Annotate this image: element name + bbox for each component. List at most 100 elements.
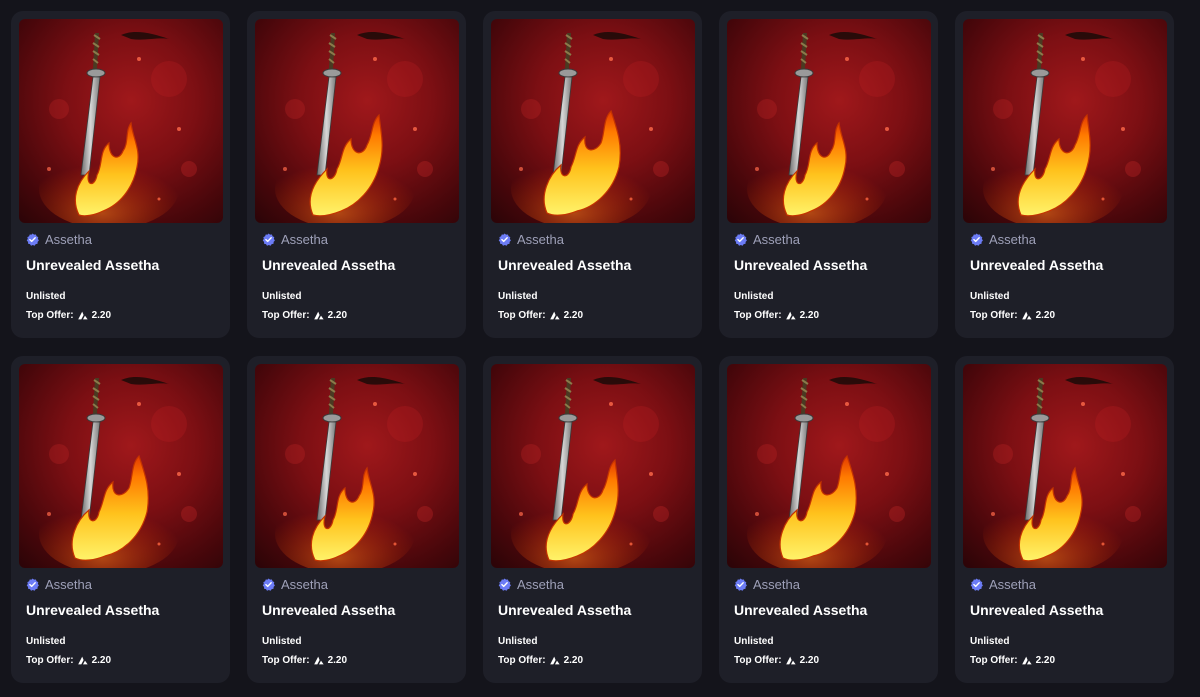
creator-row[interactable]: Assetha	[734, 232, 800, 247]
verified-badge-icon	[26, 233, 39, 246]
listing-status: Unlisted	[498, 291, 538, 302]
listing-status: Unlisted	[498, 636, 538, 647]
nft-artwork-flaming-sword[interactable]	[727, 364, 931, 568]
top-offer-label: Top Offer:	[26, 310, 74, 321]
creator-name: Assetha	[989, 232, 1036, 247]
top-offer-value: 2.20	[563, 310, 584, 321]
creator-row[interactable]: Assetha	[498, 577, 564, 592]
top-offer-label: Top Offer:	[970, 655, 1018, 666]
top-offer-label: Top Offer:	[26, 655, 74, 666]
top-offer: Top Offer: 2.20	[498, 310, 583, 321]
creator-name: Assetha	[281, 232, 328, 247]
top-offer: Top Offer: 2.20	[970, 655, 1055, 666]
nft-card[interactable]: Assetha Unrevealed Assetha Unlisted Top …	[955, 11, 1174, 338]
top-offer: Top Offer: 2.20	[26, 655, 111, 666]
nft-artwork-flaming-sword[interactable]	[727, 19, 931, 223]
nft-card[interactable]: Assetha Unrevealed Assetha Unlisted Top …	[11, 11, 230, 338]
listing-status: Unlisted	[970, 636, 1010, 647]
top-offer-value: 2.20	[327, 310, 348, 321]
top-offer-label: Top Offer:	[734, 655, 782, 666]
nft-artwork-flaming-sword[interactable]	[19, 19, 223, 223]
creator-name: Assetha	[281, 577, 328, 592]
top-offer: Top Offer: 2.20	[734, 310, 819, 321]
avax-icon	[77, 656, 88, 665]
top-offer: Top Offer: 2.20	[734, 655, 819, 666]
nft-card[interactable]: Assetha Unrevealed Assetha Unlisted Top …	[247, 356, 466, 683]
verified-badge-icon	[262, 578, 275, 591]
nft-title[interactable]: Unrevealed Assetha	[498, 602, 631, 618]
nft-grid: Assetha Unrevealed Assetha Unlisted Top …	[0, 0, 1200, 697]
creator-row[interactable]: Assetha	[26, 577, 92, 592]
verified-badge-icon	[498, 578, 511, 591]
nft-title[interactable]: Unrevealed Assetha	[26, 602, 159, 618]
creator-row[interactable]: Assetha	[262, 577, 328, 592]
nft-title[interactable]: Unrevealed Assetha	[734, 257, 867, 273]
top-offer: Top Offer: 2.20	[498, 655, 583, 666]
nft-title[interactable]: Unrevealed Assetha	[970, 602, 1103, 618]
verified-badge-icon	[970, 578, 983, 591]
top-offer-value: 2.20	[91, 655, 112, 666]
top-offer-label: Top Offer:	[262, 310, 310, 321]
top-offer: Top Offer: 2.20	[26, 310, 111, 321]
nft-card[interactable]: Assetha Unrevealed Assetha Unlisted Top …	[955, 356, 1174, 683]
top-offer-label: Top Offer:	[734, 310, 782, 321]
nft-artwork-flaming-sword[interactable]	[963, 364, 1167, 568]
nft-title[interactable]: Unrevealed Assetha	[498, 257, 631, 273]
creator-row[interactable]: Assetha	[970, 577, 1036, 592]
creator-row[interactable]: Assetha	[498, 232, 564, 247]
top-offer-value: 2.20	[799, 310, 820, 321]
avax-icon	[549, 311, 560, 320]
nft-artwork-flaming-sword[interactable]	[19, 364, 223, 568]
nft-card[interactable]: Assetha Unrevealed Assetha Unlisted Top …	[719, 11, 938, 338]
avax-icon	[1021, 656, 1032, 665]
listing-status: Unlisted	[26, 291, 66, 302]
nft-artwork-flaming-sword[interactable]	[963, 19, 1167, 223]
nft-artwork-flaming-sword[interactable]	[255, 19, 459, 223]
top-offer-value: 2.20	[563, 655, 584, 666]
avax-icon	[549, 656, 560, 665]
avax-icon	[785, 311, 796, 320]
top-offer-value: 2.20	[1035, 655, 1056, 666]
creator-row[interactable]: Assetha	[734, 577, 800, 592]
nft-title[interactable]: Unrevealed Assetha	[26, 257, 159, 273]
listing-status: Unlisted	[262, 291, 302, 302]
nft-card[interactable]: Assetha Unrevealed Assetha Unlisted Top …	[247, 11, 466, 338]
listing-status: Unlisted	[734, 291, 774, 302]
nft-artwork-flaming-sword[interactable]	[491, 19, 695, 223]
avax-icon	[785, 656, 796, 665]
nft-artwork-flaming-sword[interactable]	[255, 364, 459, 568]
nft-card[interactable]: Assetha Unrevealed Assetha Unlisted Top …	[483, 356, 702, 683]
nft-card[interactable]: Assetha Unrevealed Assetha Unlisted Top …	[483, 11, 702, 338]
nft-card[interactable]: Assetha Unrevealed Assetha Unlisted Top …	[11, 356, 230, 683]
top-offer-label: Top Offer:	[498, 655, 546, 666]
verified-badge-icon	[734, 578, 747, 591]
listing-status: Unlisted	[262, 636, 302, 647]
listing-status: Unlisted	[26, 636, 66, 647]
verified-badge-icon	[26, 578, 39, 591]
listing-status: Unlisted	[734, 636, 774, 647]
nft-title[interactable]: Unrevealed Assetha	[970, 257, 1103, 273]
creator-name: Assetha	[753, 577, 800, 592]
verified-badge-icon	[734, 233, 747, 246]
creator-name: Assetha	[45, 577, 92, 592]
top-offer-label: Top Offer:	[970, 310, 1018, 321]
top-offer: Top Offer: 2.20	[262, 655, 347, 666]
nft-title[interactable]: Unrevealed Assetha	[734, 602, 867, 618]
creator-name: Assetha	[753, 232, 800, 247]
verified-badge-icon	[262, 233, 275, 246]
verified-badge-icon	[498, 233, 511, 246]
nft-card[interactable]: Assetha Unrevealed Assetha Unlisted Top …	[719, 356, 938, 683]
creator-row[interactable]: Assetha	[26, 232, 92, 247]
top-offer: Top Offer: 2.20	[262, 310, 347, 321]
nft-title[interactable]: Unrevealed Assetha	[262, 257, 395, 273]
avax-icon	[77, 311, 88, 320]
top-offer-value: 2.20	[327, 655, 348, 666]
avax-icon	[313, 656, 324, 665]
top-offer-value: 2.20	[799, 655, 820, 666]
nft-artwork-flaming-sword[interactable]	[491, 364, 695, 568]
top-offer-value: 2.20	[1035, 310, 1056, 321]
creator-name: Assetha	[989, 577, 1036, 592]
creator-row[interactable]: Assetha	[970, 232, 1036, 247]
nft-title[interactable]: Unrevealed Assetha	[262, 602, 395, 618]
creator-row[interactable]: Assetha	[262, 232, 328, 247]
